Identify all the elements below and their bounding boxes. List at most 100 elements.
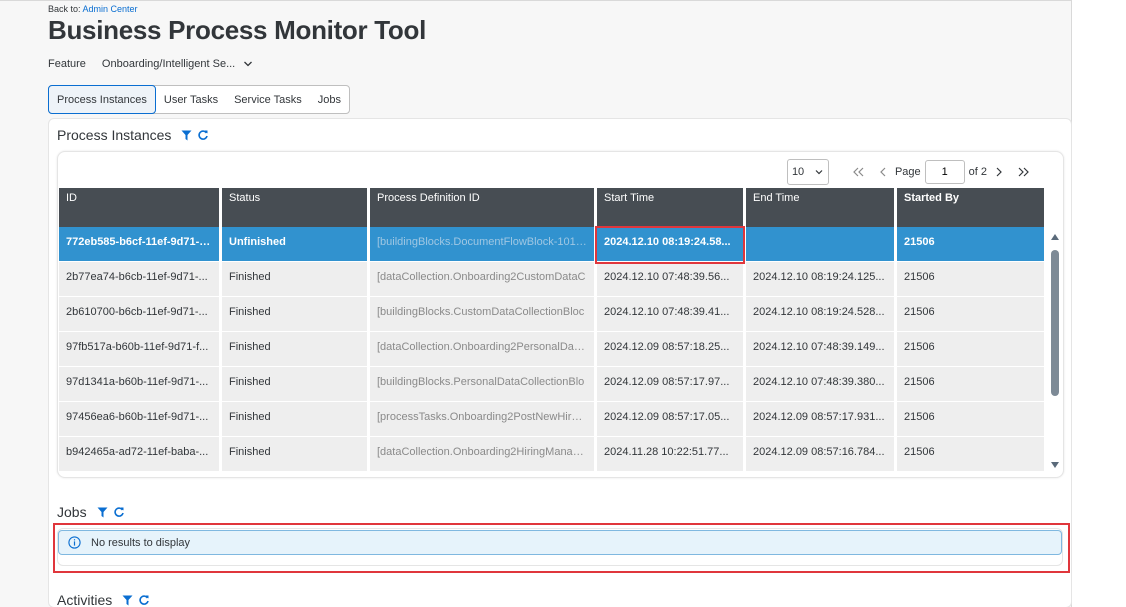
jobs-header: Jobs xyxy=(57,504,125,520)
cell-start-time: 2024.12.10 07:48:39.41... xyxy=(597,297,743,332)
tab-jobs[interactable]: Jobs xyxy=(310,86,349,113)
column-header-id[interactable]: ID xyxy=(59,188,219,227)
activities-title: Activities xyxy=(57,592,113,607)
page-background: Back to: Admin Center Business Process M… xyxy=(0,0,1072,607)
refresh-icon[interactable] xyxy=(197,129,209,141)
table-row[interactable]: b942465a-ad72-11ef-baba-... Finished [data… xyxy=(59,437,1049,472)
cell-end-time: 2024.12.10 08:19:24.528... xyxy=(746,297,894,332)
cell-end-time: 2024.12.09 08:57:16.784... xyxy=(746,437,894,472)
cell-started-by: 21506 xyxy=(897,332,1044,367)
scrollbar-thumb[interactable] xyxy=(1051,250,1059,396)
feature-selected-value: Onboarding/Intelligent Se... xyxy=(101,58,236,70)
column-header-process-definition-id[interactable]: Process Definition ID xyxy=(370,188,594,227)
cell-started-by: 21506 xyxy=(897,402,1044,437)
column-header-start-time[interactable]: Start Time xyxy=(597,188,743,227)
cell-id: 2b610700-b6cb-11ef-9d71-... xyxy=(59,297,219,332)
back-link-row: Back to: Admin Center xyxy=(48,4,138,14)
cell-id: 97fb517a-b60b-11ef-9d71-f... xyxy=(59,332,219,367)
filter-icon[interactable] xyxy=(181,130,192,141)
cell-process-definition-id: [dataCollection.Onboarding2CustomDataC xyxy=(370,262,594,297)
page-label: Page xyxy=(894,166,921,178)
filter-icon[interactable] xyxy=(97,507,108,518)
cell-started-by: 21506 xyxy=(897,437,1044,472)
jobs-highlight-box xyxy=(53,523,1070,573)
activities-header: Activities xyxy=(57,592,150,607)
column-header-started-by[interactable]: Started By xyxy=(897,188,1044,227)
cell-status: Finished xyxy=(222,297,367,332)
cell-start-time: 2024.12.09 08:57:17.97... xyxy=(597,367,743,402)
data-grid: ID Status Process Definition ID Start Ti… xyxy=(59,188,1049,472)
last-page-icon[interactable] xyxy=(1011,160,1035,184)
cell-start-time: 2024.12.09 08:57:18.25... xyxy=(597,332,743,367)
tab-process-instances[interactable]: Process Instances xyxy=(48,85,156,114)
cell-end-time: 2024.12.10 07:48:39.380... xyxy=(746,367,894,402)
tab-user-tasks[interactable]: User Tasks xyxy=(156,86,226,113)
table-row[interactable]: 97fb517a-b60b-11ef-9d71-f... Finished [dat… xyxy=(59,332,1049,367)
cell-process-definition-id: [buildingBlocks.PersonalDataCollectionBl… xyxy=(370,367,594,402)
tab-bar: Process Instances User Tasks Service Tas… xyxy=(48,85,350,114)
page-size-value: 10 xyxy=(791,166,805,178)
column-header-status[interactable]: Status xyxy=(222,188,367,227)
cell-process-definition-id: [processTasks.Onboarding2PostNewHireDa xyxy=(370,402,594,437)
cell-status: Unfinished xyxy=(222,227,367,262)
process-instances-title: Process Instances xyxy=(57,127,172,143)
cell-id: 97d1341a-b60b-11ef-9d71-... xyxy=(59,367,219,402)
pagination: 10 Page of 2 xyxy=(786,159,1035,185)
column-header-end-time[interactable]: End Time xyxy=(746,188,894,227)
cell-process-definition-id: [dataCollection.Onboarding2PersonalDataC xyxy=(370,332,594,367)
table-row[interactable]: 2b77ea74-b6cb-11ef-9d71-... Finished [data… xyxy=(59,262,1049,297)
process-instances-header: Process Instances xyxy=(57,127,209,143)
cell-id: b942465a-ad72-11ef-baba-... xyxy=(59,437,219,472)
cell-end-time xyxy=(746,227,894,262)
page-of-label: of 2 xyxy=(968,166,987,178)
cell-status: Finished xyxy=(222,402,367,437)
tab-service-tasks[interactable]: Service Tasks xyxy=(226,86,310,113)
cell-end-time: 2024.12.09 08:57:17.931... xyxy=(746,402,894,437)
table-row[interactable]: 97456ea6-b60b-11ef-9d71-... Finished [proc… xyxy=(59,402,1049,437)
cell-id: 97456ea6-b60b-11ef-9d71-... xyxy=(59,402,219,437)
jobs-title: Jobs xyxy=(57,504,87,520)
cell-start-time: 2024.11.28 10:22:51.77... xyxy=(597,437,743,472)
cell-started-by: 21506 xyxy=(897,297,1044,332)
cell-process-definition-id: [dataCollection.Onboarding2HiringManager xyxy=(370,437,594,472)
first-page-icon[interactable] xyxy=(847,160,871,184)
cell-start-time: 2024.12.10 07:48:39.56... xyxy=(597,262,743,297)
cell-started-by: 21506 xyxy=(897,262,1044,297)
cell-end-time: 2024.12.10 07:48:39.149... xyxy=(746,332,894,367)
back-prefix: Back to: xyxy=(48,4,81,14)
page-title: Business Process Monitor Tool xyxy=(48,15,426,45)
filter-icon[interactable] xyxy=(122,595,133,606)
chevron-down-icon xyxy=(815,170,823,175)
admin-center-link[interactable]: Admin Center xyxy=(83,4,138,14)
scroll-up-arrow-icon[interactable] xyxy=(1051,234,1059,240)
refresh-icon[interactable] xyxy=(113,506,125,518)
process-instances-table: 10 Page of 2 ID Status P xyxy=(57,151,1064,478)
start-time-highlight-box xyxy=(595,226,745,264)
scroll-down-arrow-icon[interactable] xyxy=(1051,462,1059,468)
cell-status: Finished xyxy=(222,262,367,297)
page-number-input[interactable] xyxy=(924,160,965,184)
previous-page-icon[interactable] xyxy=(871,160,895,184)
refresh-icon[interactable] xyxy=(138,594,150,606)
cell-id: 772eb585-b6cf-11ef-9d71-f... xyxy=(59,227,219,262)
next-page-icon[interactable] xyxy=(987,160,1011,184)
cell-status: Finished xyxy=(222,332,367,367)
table-row[interactable]: 97d1341a-b60b-11ef-9d71-... Finished [buil… xyxy=(59,367,1049,402)
chevron-down-icon xyxy=(244,61,253,67)
cell-started-by: 21506 xyxy=(897,367,1044,402)
cell-process-definition-id: [buildingBlocks.DocumentFlowBlock-101-[c xyxy=(370,227,594,262)
cell-status: Finished xyxy=(222,367,367,402)
feature-select[interactable]: Onboarding/Intelligent Se... xyxy=(102,58,253,70)
cell-id: 2b77ea74-b6cb-11ef-9d71-... xyxy=(59,262,219,297)
page-size-select[interactable]: 10 xyxy=(786,159,829,185)
cell-process-definition-id: [buildingBlocks.CustomDataCollectionBloc xyxy=(370,297,594,332)
table-row[interactable]: 772eb585-b6cf-11ef-9d71-f... Unfinished [b… xyxy=(59,227,1049,262)
table-header-row: ID Status Process Definition ID Start Ti… xyxy=(59,188,1049,227)
feature-label: Feature xyxy=(48,58,86,70)
table-row[interactable]: 2b610700-b6cb-11ef-9d71-... Finished [buil… xyxy=(59,297,1049,332)
vertical-scrollbar[interactable] xyxy=(1050,234,1060,474)
cell-start-time: 2024.12.09 08:57:17.05... xyxy=(597,402,743,437)
cell-end-time: 2024.12.10 08:19:24.125... xyxy=(746,262,894,297)
cell-started-by: 21506 xyxy=(897,227,1044,262)
feature-row: Feature Onboarding/Intelligent Se... xyxy=(48,58,253,70)
